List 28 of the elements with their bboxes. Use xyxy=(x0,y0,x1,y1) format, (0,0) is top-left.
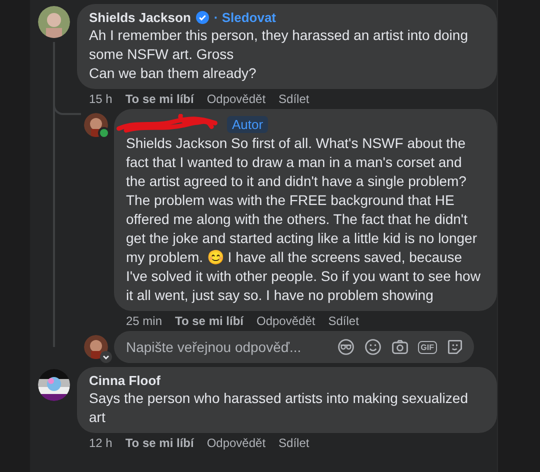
timestamp[interactable]: 25 min xyxy=(126,314,162,328)
author-name[interactable]: Cinna Floof xyxy=(89,373,160,388)
comment-text: Ah I remember this person, they harassed an artist into doing some NSFW art. Gross Can we ban them already? xyxy=(89,26,469,83)
comment-text: Says the person who harassed artists into making sexualized art xyxy=(89,389,469,427)
action-link[interactable]: Odpovědět xyxy=(206,92,266,106)
comment-text: Shields Jackson So first of all. What's NSWF about the fact that I wanted to draw a man in a man's corset and the artist agreed to it and didn't have a single problem?The problem was with the FREE background that HE offered me along with the others. The fact that he didn't get the joke and started acting like a little kid is no longer my problem. 😊 I have all the screens saved, because I've solved it with other people. So if you want to see how it all went, just say so. I have no problem showing xyxy=(126,134,482,305)
camera-icon[interactable] xyxy=(390,338,409,356)
author-badge: Autor xyxy=(227,116,268,132)
avatar[interactable] xyxy=(38,369,70,401)
author-name[interactable]: Shields Jackson xyxy=(89,10,191,25)
gif-button[interactable]: GIF xyxy=(418,340,437,354)
action-link[interactable]: Odpovědět xyxy=(256,314,316,328)
reply-input-field[interactable]: Napište veřejnou odpověď... GIF xyxy=(114,331,474,363)
chevron-down-icon[interactable] xyxy=(100,351,112,363)
action-link[interactable]: Sdílet xyxy=(328,314,359,328)
emoji-icon[interactable] xyxy=(364,338,382,356)
avatar[interactable] xyxy=(38,6,70,38)
avatar-sticker-icon[interactable] xyxy=(336,338,355,356)
action-link[interactable]: Sdílet xyxy=(278,92,310,106)
timestamp[interactable]: 12 h xyxy=(89,436,112,450)
action-link[interactable]: To se mi líbí xyxy=(175,314,244,328)
action-link[interactable]: To se mi líbí xyxy=(125,92,194,106)
sticker-icon[interactable] xyxy=(446,338,464,356)
timestamp[interactable]: 15 h xyxy=(89,92,112,106)
action-link[interactable]: Sdílet xyxy=(278,436,310,450)
action-link[interactable]: To se mi líbí xyxy=(125,436,194,450)
follow-link[interactable]: · Sledovat xyxy=(214,10,276,25)
action-link[interactable]: Odpovědět xyxy=(206,436,266,450)
